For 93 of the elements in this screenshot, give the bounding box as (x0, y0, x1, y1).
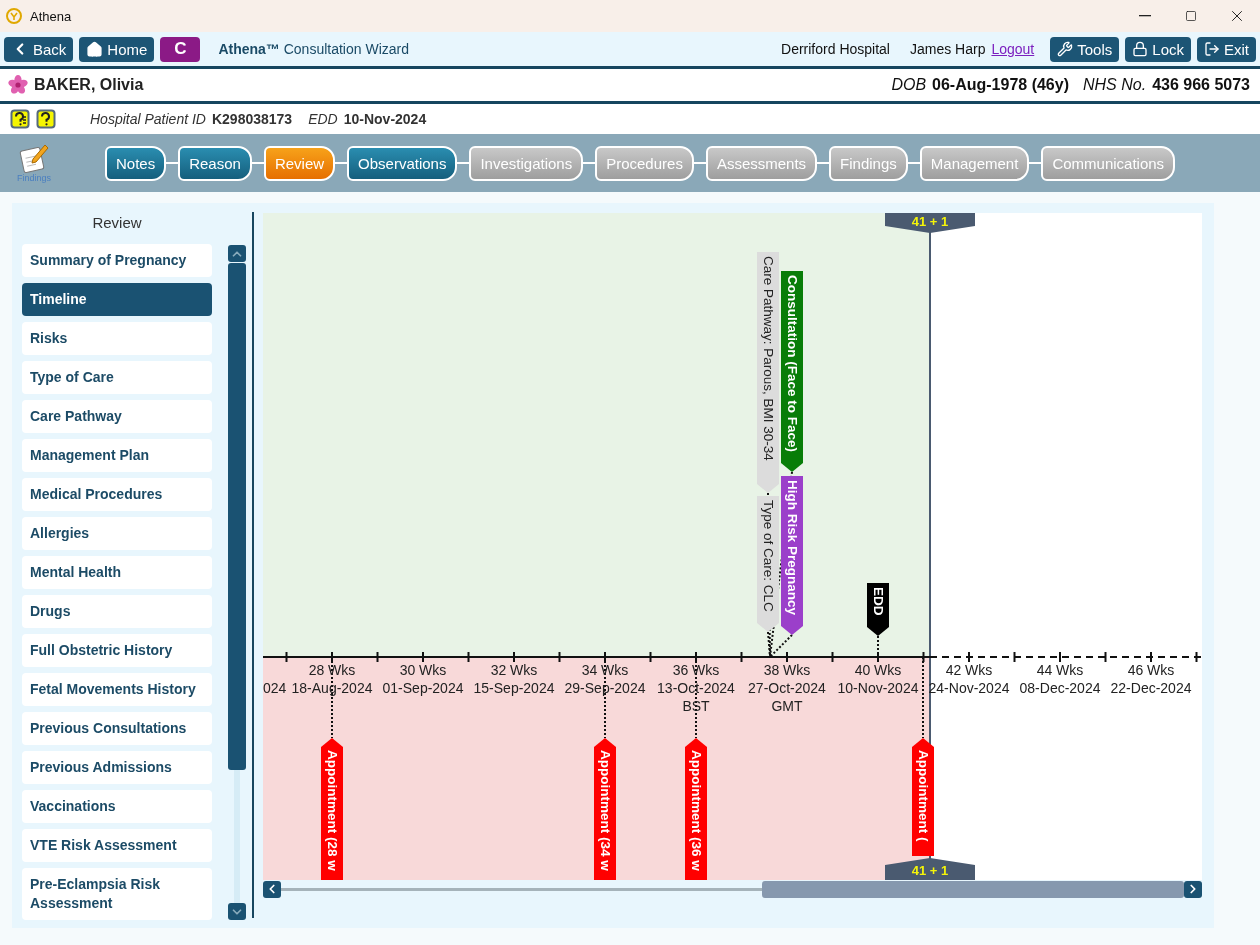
review-heading: Review (91, 213, 143, 233)
edd-value: 10-Nov-2024 (343, 111, 427, 127)
review-menu-item[interactable]: Timeline (22, 283, 212, 316)
exit-button[interactable]: Exit (1197, 36, 1256, 62)
home-button[interactable]: Home (79, 36, 155, 62)
app-title: Athena™ Consultation Wizard (218, 41, 409, 57)
review-menu-item[interactable]: Full Obstetric History (22, 634, 212, 667)
hospital-name: Derriford Hospital (781, 41, 890, 57)
user-name: James Harp (909, 41, 986, 57)
stage-tab[interactable]: Reason (178, 145, 252, 181)
review-menu-item[interactable]: Drugs (22, 595, 212, 628)
axis-date-label: 08-Dec-2024 (1019, 680, 1101, 696)
axis-date-label: 22-Dec-2024 (1110, 680, 1192, 696)
maximize-icon (1185, 10, 1197, 22)
axis-timezone-label: BST (682, 698, 710, 714)
patient-id-label: Hospital Patient ID (90, 111, 206, 127)
review-menu-item[interactable]: Mental Health (22, 556, 212, 589)
review-menu-item[interactable]: Risks (22, 322, 212, 355)
dob-label: DOB (891, 76, 927, 94)
timeline-event-marker[interactable]: Appointment ( (912, 738, 934, 856)
review-menu-item[interactable]: Vaccinations (22, 790, 212, 823)
axis-week-label: 28 Wks (308, 662, 356, 678)
review-menu-item[interactable]: VTE Risk Assessment (22, 829, 212, 862)
lock-button[interactable]: Lock (1125, 36, 1191, 62)
minimize-icon (1139, 15, 1151, 17)
review-menu-item[interactable]: Previous Consultations (22, 712, 212, 745)
stage-tab[interactable]: Notes (105, 145, 167, 181)
scroll-left-button[interactable] (263, 880, 281, 898)
timeline-event-marker[interactable]: Appointment (34 w (594, 738, 616, 880)
timeline-event-marker[interactable]: Type of Care: CLC (757, 496, 779, 632)
review-menu-item[interactable]: Summary of Pregnancy (22, 244, 212, 277)
nhs-value: 436 966 5073 (1152, 76, 1250, 94)
patient-id-value: K298038173 (211, 111, 293, 127)
dob-value: 06-Aug-1978 (46y) (932, 76, 1069, 94)
axis-week-label: 46 Wks (1127, 662, 1175, 678)
axis-week-label: 32 Wks (490, 662, 538, 678)
scrollbar-thumb[interactable] (228, 263, 246, 770)
axis-week-label: 34 Wks (581, 662, 629, 678)
scrollbar-thumb[interactable] (762, 880, 1184, 898)
scroll-down-button[interactable] (228, 903, 246, 920)
timeline-event-marker[interactable]: EDD (867, 583, 889, 636)
axis-week-label: 36 Wks (672, 662, 720, 678)
axis-week-label: 30 Wks (399, 662, 447, 678)
exit-icon (1204, 41, 1220, 57)
flower-icon (8, 75, 28, 95)
tools-button[interactable]: Tools (1050, 36, 1120, 62)
axis-date-label: 13-Oct-2024 (657, 680, 735, 696)
review-menu-item[interactable]: Type of Care (22, 361, 212, 394)
back-button[interactable]: Back (4, 36, 74, 62)
review-menu-item[interactable]: Pre-Eclampsia Risk Assessment (22, 868, 212, 920)
help-icon[interactable] (10, 109, 30, 129)
review-menu-item[interactable]: Allergies (22, 517, 212, 550)
app-logo-icon (6, 8, 22, 24)
wrench-icon (1057, 41, 1074, 57)
axis-week-label: 42 Wks (945, 662, 993, 678)
scroll-up-button[interactable] (228, 245, 246, 262)
nhs-label: NHS No. (1083, 76, 1147, 94)
axis-week-label: 38 Wks (763, 662, 811, 678)
axis-date-label: 01-Sep-2024 (382, 680, 464, 696)
axis-date-label: 024 (263, 680, 287, 696)
stage-tab[interactable]: Observations (347, 145, 458, 181)
axis-timezone-label: GMT (771, 698, 803, 714)
axis-date-label: 18-Aug-2024 (291, 680, 373, 696)
gestation-badge: 41 + 1 (885, 213, 975, 233)
axis-week-label: 44 Wks (1036, 662, 1084, 678)
window-title: Athena (30, 8, 72, 24)
scroll-right-button[interactable] (1184, 880, 1202, 898)
timeline-event-marker[interactable]: Appointment (28 w (321, 738, 343, 880)
axis-date-label: 27-Oct-2024 (748, 680, 826, 696)
timeline-event-marker[interactable]: Appointment (36 w (685, 738, 707, 880)
help-icon[interactable] (36, 109, 56, 129)
review-menu-item[interactable]: Previous Admissions (22, 751, 212, 784)
consultation-button[interactable]: C (160, 36, 201, 62)
timeline-event-marker[interactable]: Care Pathway: Parous, BMI 30-34 (757, 252, 779, 493)
timeline-event-marker[interactable]: Consultation (Face to Face) (781, 271, 803, 472)
home-icon (86, 40, 104, 58)
edd-label: EDD (308, 111, 338, 127)
timeline-event-marker[interactable]: High Risk Pregnancy (781, 476, 803, 635)
axis-week-label: 40 Wks (854, 662, 902, 678)
patient-name: BAKER, Olivia (34, 76, 144, 94)
review-menu-item[interactable]: Medical Procedures (22, 478, 212, 511)
lock-icon (1132, 41, 1149, 57)
axis-date-label: 15-Sep-2024 (473, 680, 555, 696)
review-menu-item[interactable]: Care Pathway (22, 400, 212, 433)
review-menu-item[interactable]: Fetal Movements History (22, 673, 212, 706)
axis-date-label: 29-Sep-2024 (564, 680, 646, 696)
axis-date-label: 10-Nov-2024 (837, 680, 919, 696)
review-menu-item[interactable]: Management Plan (22, 439, 212, 472)
findings-icon-label: Findings (17, 173, 51, 183)
leader-line (877, 635, 879, 658)
logout-link[interactable]: Logout (991, 41, 1035, 57)
gestation-badge: 41 + 1 (885, 858, 975, 880)
notepad-pencil-icon[interactable] (18, 143, 50, 173)
